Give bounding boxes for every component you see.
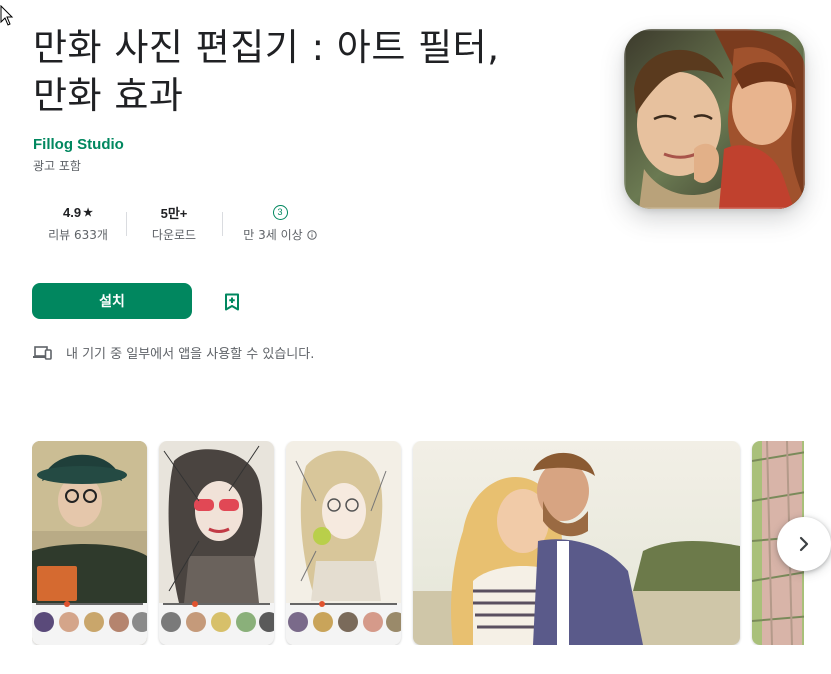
rating-stat[interactable]: 4.9 ★ 리뷰 633개 [30,202,126,248]
screenshot-3[interactable] [286,441,401,645]
downloads-value: 5만+ [160,205,188,221]
bookmark-add-icon [225,293,239,311]
app-icon [624,29,805,209]
rating-value: 4.9 [63,204,82,220]
info-icon[interactable] [307,229,317,240]
mouse-cursor-icon [0,5,14,26]
install-button[interactable]: 설치 [32,283,192,319]
chevron-right-icon [799,536,809,552]
screenshot-4[interactable] [413,441,740,645]
screenshot-1[interactable] [32,441,147,645]
content-rating-stat[interactable]: 3 만 3세 이상 [222,202,338,248]
app-title: 만화 사진 편집기 : 아트 필터, 만화 효과 [33,24,593,120]
devices-icon [33,345,52,360]
age-rating-label: 만 3세 이상 [243,228,303,242]
age-rating-badge-icon: 3 [272,204,288,220]
app-title-line2: 만화 효과 [33,74,184,117]
wishlist-button[interactable] [215,285,249,319]
review-count: 리뷰 633개 [48,228,108,242]
next-screenshot-button[interactable] [777,517,831,571]
content-rating-row: 3 [272,202,288,222]
star-icon: ★ [83,206,93,219]
developer-link[interactable]: Fillog Studio [33,136,124,153]
screenshot-carousel [32,441,804,645]
screenshot-2[interactable] [159,441,274,645]
device-note-text: 내 기기 중 일부에서 앱을 사용할 수 있습니다. [66,347,315,362]
downloads-label: 다운로드 [151,228,197,242]
rating-value-row: 4.9 ★ [63,202,93,222]
app-title-line1: 만화 사진 편집기 : 아트 필터, [33,26,500,69]
content-rating-label-row: 만 3세 이상 [243,226,317,243]
device-compatibility-note: 내 기기 중 일부에서 앱을 사용할 수 있습니다. [32,343,314,362]
downloads-stat: 5만+ 다운로드 [126,202,222,248]
app-details-page: 만화 사진 편집기 : 아트 필터, 만화 효과 Fillog Studio 광… [0,0,831,674]
app-stats: 4.9 ★ 리뷰 633개 5만+ 다운로드 3 만 3세 이상 [30,202,338,248]
contains-ads-label: 광고 포함 [33,159,81,173]
